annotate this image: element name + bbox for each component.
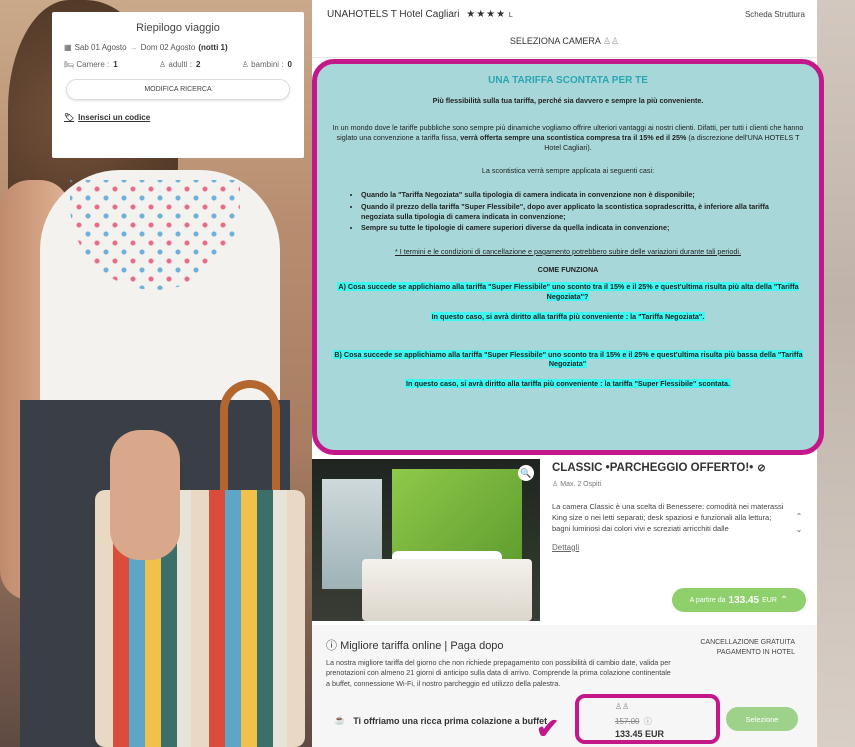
tag-icon: 🏷	[64, 113, 75, 122]
person-icon: ♙	[552, 481, 559, 488]
discount-intro: In un mondo dove le tariffe pubbliche so…	[332, 123, 804, 152]
select-rate-button[interactable]: Selezione	[726, 707, 798, 731]
guests-icon: ♙♙	[615, 702, 630, 711]
chevron-up-icon[interactable]: ⌃	[793, 510, 805, 523]
rate-price-box: ♙♙ 157.00 ⓘ 133.45 EUR	[575, 694, 720, 744]
insert-code-label: Inserisci un codice	[78, 113, 151, 122]
checkmark-icon: ✔	[536, 713, 560, 744]
room-price-button[interactable]: A partire da 133.45 EUR ⌃	[672, 588, 806, 612]
info-icon[interactable]: ⓘ	[644, 717, 652, 726]
checkout-date: Dom 02 Agosto	[140, 43, 196, 52]
trip-summary-card: Riepilogo viaggio ▦ Sab 01 Agosto → Dom …	[52, 12, 304, 158]
coffee-cup-icon: ☕	[334, 715, 346, 725]
rooms-count: 🛏 Camere :1	[64, 60, 118, 69]
list-item: Quando il prezzo della tariffa "Super Fl…	[361, 202, 787, 221]
hotel-header: UNAHOTELS T Hotel Cagliari ★★★★ L Scheda…	[312, 0, 817, 28]
how-it-works-title: COME FUNZIONA	[537, 264, 599, 274]
no-smoking-icon: ⊘	[757, 462, 766, 474]
room-details-link[interactable]: Dettagli	[552, 543, 807, 552]
modify-search-button[interactable]: MODIFICA RICERCA	[66, 79, 290, 100]
new-price: 133.45 EUR	[615, 729, 665, 739]
room-title: CLASSIC •PARCHEGGIO OFFERTO!• ⊘	[552, 462, 766, 474]
hotel-name: UNAHOTELS T Hotel Cagliari ★★★★ L	[327, 8, 513, 20]
nights-count: (notti 1)	[198, 43, 228, 52]
rate-conditions: CANCELLAZIONE GRATUITA PAGAMENTO IN HOTE…	[700, 639, 795, 656]
child-icon: ♙	[241, 60, 249, 69]
photo-hand	[110, 430, 180, 560]
hotel-details-link[interactable]: Scheda Struttura	[745, 10, 805, 19]
discount-cases-list: Quando la "Tariffa Negoziata" sulla tipo…	[361, 190, 787, 233]
room-description: La camera Classic è una scelta di Beness…	[552, 502, 784, 533]
old-price-row: 157.00 ⓘ	[615, 711, 716, 729]
answer-a: In questo caso, si avrà diritto alla tar…	[430, 311, 706, 321]
discount-note: * I termini e le condizioni di cancellaz…	[394, 246, 741, 256]
discount-cases-intro: La scontistica verrà sempre applicata ai…	[481, 166, 655, 176]
insert-code-link[interactable]: 🏷 Inserisci un codice	[64, 113, 292, 122]
discount-info-box: UNA TARIFFA SCONTATA PER TE Più flessibi…	[312, 59, 824, 455]
breakfast-note: ☕ Ti offriamo una ricca prima colazione …	[334, 715, 548, 726]
summary-dates: ▦ Sab 01 Agosto → Dom 02 Agosto (notti 1…	[64, 43, 292, 52]
guests-icon: ♙♙	[602, 36, 620, 46]
answer-b: In questo caso, si avrà diritto alla tar…	[405, 379, 731, 388]
list-item: Quando la "Tariffa Negoziata" sulla tipo…	[361, 190, 787, 200]
description-scroll[interactable]: ⌃ ⌄	[793, 510, 805, 538]
list-item: Sempre su tutte le tipologie di camere s…	[361, 223, 787, 233]
zoom-icon[interactable]: 🔍	[518, 465, 534, 481]
arrow-right-icon: →	[129, 43, 138, 52]
chevron-up-icon: ⌃	[779, 594, 789, 606]
room-max-guests: ♙ Max. 2 Ospiti	[552, 481, 602, 488]
select-room-heading: SELEZIONA CAMERA ♙♙	[312, 28, 817, 58]
discount-subtitle: Più flessibilità sulla tua tariffa, perc…	[432, 95, 704, 105]
star-rating: ★★★★	[466, 8, 507, 20]
summary-counts: 🛏 Camere :1 ♙ adulti :2 ♙ bambini :0	[64, 60, 292, 69]
bed-icon: 🛏	[64, 60, 75, 69]
question-a: A) Cosa succede se applichiamo alla tari…	[337, 282, 799, 302]
children-count: ♙ bambini :0	[241, 60, 292, 69]
adults-count: ♙ adulti :2	[158, 60, 201, 69]
rate-description: La nostra migliore tariffa del giorno ch…	[326, 658, 671, 688]
question-b: B) Cosa succede se applichiamo alla tari…	[333, 349, 803, 369]
checkin-date: Sab 01 Agosto	[74, 43, 127, 52]
info-icon: ⓘ	[326, 640, 337, 652]
chevron-down-icon[interactable]: ⌄	[793, 523, 805, 536]
star-suffix: L	[508, 11, 513, 19]
room-photo[interactable]: 🔍	[312, 459, 540, 621]
calendar-icon: ▦	[64, 43, 72, 52]
old-price: 157.00	[615, 717, 640, 726]
summary-title: Riepilogo viaggio	[136, 22, 220, 34]
person-icon: ♙	[158, 60, 167, 69]
room-info: CLASSIC •PARCHEGGIO OFFERTO!• ⊘ ♙ Max. 2…	[552, 462, 807, 552]
discount-title: UNA TARIFFA SCONTATA PER TE	[488, 75, 648, 86]
